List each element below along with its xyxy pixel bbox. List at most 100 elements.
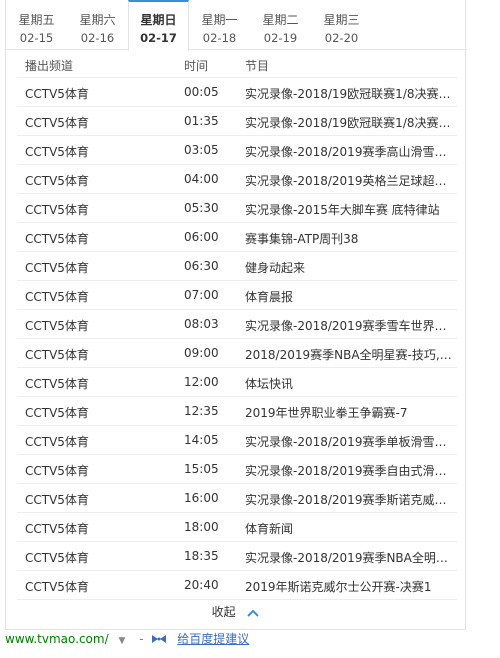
row-program[interactable]: 实况录像-2018/2019赛季NBA全明星技巧… <box>245 549 457 566</box>
row-time: 12:00 <box>184 375 219 389</box>
row-time: 06:30 <box>184 259 219 273</box>
tab-date: 02-19 <box>263 31 298 45</box>
tab-weekday: 星期五 <box>18 13 55 27</box>
table-header: 播出频道 时间 节目 <box>17 50 457 78</box>
dropdown-arrow-icon[interactable]: ▼ <box>118 636 125 646</box>
table-row: CCTV5体育 18:35 实况录像-2018/2019赛季NBA全明星技巧… <box>17 542 457 571</box>
row-time: 01:35 <box>184 114 219 128</box>
row-program[interactable]: 实况录像-2018/19欧冠联赛1/8决赛第… <box>245 114 457 131</box>
collapse-button[interactable]: 收起 <box>6 603 465 625</box>
row-channel[interactable]: CCTV5体育 <box>25 201 89 218</box>
row-channel[interactable]: CCTV5体育 <box>25 143 89 160</box>
table-row: CCTV5体育 07:00 体育晨报 <box>17 281 457 310</box>
row-channel[interactable]: CCTV5体育 <box>25 578 89 595</box>
table-row: CCTV5体育 12:00 体坛快讯 <box>17 368 457 397</box>
row-channel[interactable]: CCTV5体育 <box>25 230 89 247</box>
row-program[interactable]: 健身动起来 <box>245 259 457 276</box>
row-program[interactable]: 体坛快讯 <box>245 375 457 392</box>
row-time: 09:00 <box>184 346 219 360</box>
tab-date: 02-15 <box>19 31 54 45</box>
table-row: CCTV5体育 16:00 实况录像-2018/2019赛季斯诺克威尔士… <box>17 484 457 513</box>
table-row: CCTV5体育 18:00 体育新闻 <box>17 513 457 542</box>
row-time: 07:00 <box>184 288 219 302</box>
row-program[interactable]: 实况录像-2018/2019赛季高山滑雪世… <box>245 143 457 160</box>
table-row: CCTV5体育 14:05 实况录像-2018/2019赛季单板滑雪世… <box>17 426 457 455</box>
table-row: CCTV5体育 05:30 实况录像-2015年大脚车赛 底特律站 <box>17 194 457 223</box>
row-time: 03:05 <box>184 143 219 157</box>
tab-weekday: 星期二 <box>262 13 299 27</box>
tab-date: 02-18 <box>202 31 237 45</box>
feedback-bow-icon[interactable] <box>151 633 167 647</box>
row-time: 08:03 <box>184 317 219 331</box>
tab-date: 02-20 <box>324 31 359 45</box>
row-channel[interactable]: CCTV5体育 <box>25 85 89 102</box>
header-program: 节目 <box>245 59 270 73</box>
row-time: 18:00 <box>184 520 219 534</box>
row-time: 20:40 <box>184 578 219 592</box>
row-channel[interactable]: CCTV5体育 <box>25 114 89 131</box>
row-channel[interactable]: CCTV5体育 <box>25 433 89 450</box>
date-tabs: 星期五 02-15 星期六 02-16 星期日 02-17 星期一 02-18 … <box>6 0 467 51</box>
row-time: 04:00 <box>184 172 219 186</box>
row-time: 05:30 <box>184 201 219 215</box>
table-row: CCTV5体育 03:05 实况录像-2018/2019赛季高山滑雪世… <box>17 136 457 165</box>
tab-fri[interactable]: 星期五 02-15 <box>6 0 67 50</box>
row-program[interactable]: 体育新闻 <box>245 520 457 537</box>
tab-date: 02-16 <box>80 31 115 45</box>
row-program[interactable]: 实况录像-2018/2019英格兰足球超级联… <box>245 172 457 189</box>
tab-mon[interactable]: 星期一 02-18 <box>189 0 250 50</box>
header-time: 时间 <box>184 59 209 73</box>
row-program[interactable]: 2019年世界职业拳王争霸赛-7 <box>245 404 457 421</box>
row-program[interactable]: 实况录像-2015年大脚车赛 底特律站 <box>245 201 457 218</box>
tab-weekday: 星期日 <box>140 13 177 27</box>
tab-tue[interactable]: 星期二 02-19 <box>250 0 311 50</box>
row-channel[interactable]: CCTV5体育 <box>25 288 89 305</box>
table-row: CCTV5体育 04:00 实况录像-2018/2019英格兰足球超级联… <box>17 165 457 194</box>
row-channel[interactable]: CCTV5体育 <box>25 259 89 276</box>
schedule-table: 播出频道 时间 节目 CCTV5体育 00:05 实况录像-2018/19欧冠联赛1… <box>17 50 457 600</box>
row-channel[interactable]: CCTV5体育 <box>25 462 89 479</box>
row-program[interactable]: 体育晨报 <box>245 288 457 305</box>
source-url[interactable]: www.tvmao.com/ <box>5 632 109 646</box>
row-time: 14:05 <box>184 433 219 447</box>
row-program[interactable]: 实况录像-2018/2019赛季雪车世界杯 … <box>245 317 457 334</box>
feedback-link[interactable]: 给百度提建议 <box>177 632 249 646</box>
row-program[interactable]: 2019年斯诺克威尔士公开赛-决赛1 <box>245 578 457 595</box>
row-channel[interactable]: CCTV5体育 <box>25 346 89 363</box>
tab-wed[interactable]: 星期三 02-20 <box>311 0 372 50</box>
row-time: 18:35 <box>184 549 219 563</box>
row-channel[interactable]: CCTV5体育 <box>25 404 89 421</box>
chevron-up-icon <box>247 606 260 620</box>
row-time: 15:05 <box>184 462 219 476</box>
baidu-footer: www.tvmao.com/ ▼ - 给百度提建议 <box>5 630 249 650</box>
tab-sat[interactable]: 星期六 02-16 <box>67 0 128 50</box>
header-channel: 播出频道 <box>25 59 74 73</box>
row-channel[interactable]: CCTV5体育 <box>25 375 89 392</box>
tab-sun-active[interactable]: 星期日 02-17 <box>128 0 189 51</box>
table-row: CCTV5体育 08:03 实况录像-2018/2019赛季雪车世界杯 … <box>17 310 457 339</box>
row-program[interactable]: 2018/2019赛季NBA全明星赛-技巧,三分… <box>245 346 457 363</box>
row-program[interactable]: 实况录像-2018/19欧冠联赛1/8决赛第… <box>245 85 457 102</box>
table-row: CCTV5体育 06:00 赛事集锦-ATP周刊38 <box>17 223 457 252</box>
collapse-label: 收起 <box>211 605 236 619</box>
row-program[interactable]: 实况录像-2018/2019赛季单板滑雪世… <box>245 433 457 450</box>
table-row: CCTV5体育 00:05 实况录像-2018/19欧冠联赛1/8决赛第… <box>17 78 457 107</box>
row-channel[interactable]: CCTV5体育 <box>25 520 89 537</box>
table-row: CCTV5体育 06:30 健身动起来 <box>17 252 457 281</box>
table-row: CCTV5体育 15:05 实况录像-2018/2019赛季自由式滑雪世… <box>17 455 457 484</box>
tab-weekday: 星期六 <box>79 13 116 27</box>
tab-weekday: 星期一 <box>201 13 238 27</box>
table-row: CCTV5体育 09:00 2018/2019赛季NBA全明星赛-技巧,三分… <box>17 339 457 368</box>
row-channel[interactable]: CCTV5体育 <box>25 317 89 334</box>
table-row: CCTV5体育 20:40 2019年斯诺克威尔士公开赛-决赛1 <box>17 571 457 600</box>
table-row: CCTV5体育 12:35 2019年世界职业拳王争霸赛-7 <box>17 397 457 426</box>
row-time: 12:35 <box>184 404 219 418</box>
row-program[interactable]: 实况录像-2018/2019赛季自由式滑雪世… <box>245 462 457 479</box>
row-channel[interactable]: CCTV5体育 <box>25 491 89 508</box>
row-program[interactable]: 赛事集锦-ATP周刊38 <box>245 230 457 247</box>
row-channel[interactable]: CCTV5体育 <box>25 172 89 189</box>
row-program[interactable]: 实况录像-2018/2019赛季斯诺克威尔士… <box>245 491 457 508</box>
row-channel[interactable]: CCTV5体育 <box>25 549 89 566</box>
tv-schedule-panel: 星期五 02-15 星期六 02-16 星期日 02-17 星期一 02-18 … <box>5 0 467 630</box>
footer-separator: - <box>139 632 144 646</box>
